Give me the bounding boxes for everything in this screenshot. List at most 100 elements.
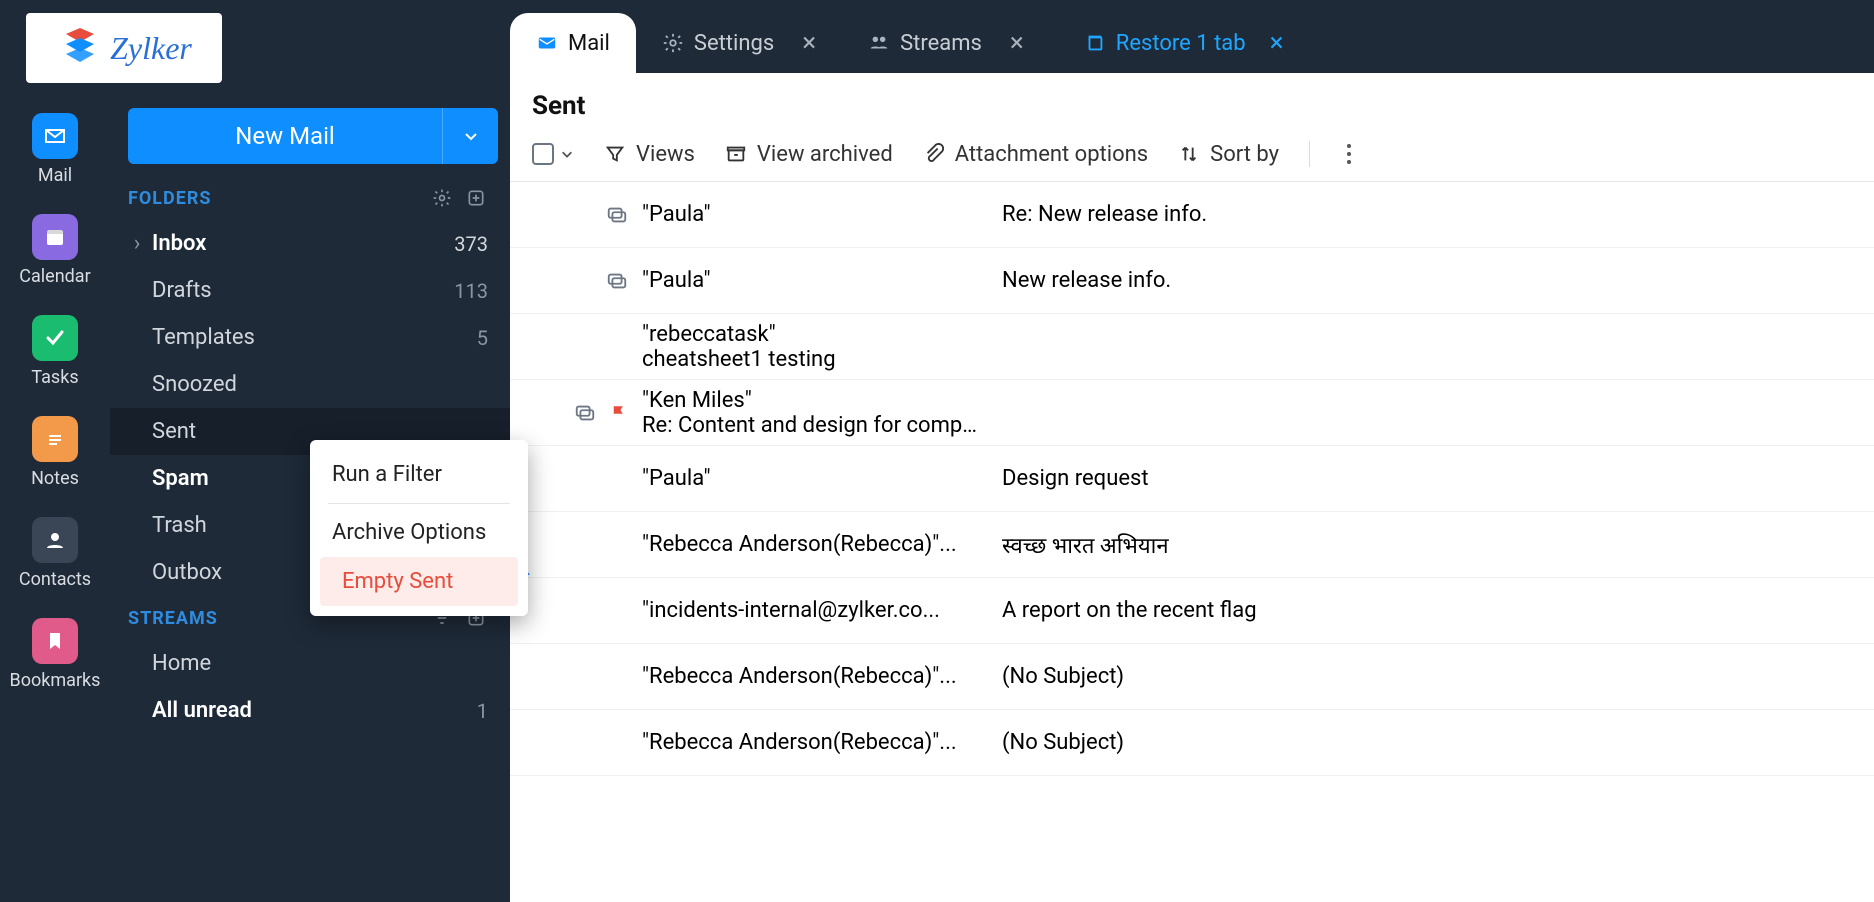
mail-subject: cheatsheet1 testing <box>642 347 982 372</box>
tab-streams[interactable]: Streams × <box>842 13 1050 73</box>
mail-row[interactable]: "Paula"New release info. <box>510 248 1874 314</box>
view-archived-button[interactable]: View archived <box>725 142 893 167</box>
nav-label: Notes <box>31 468 79 489</box>
tab-label: Mail <box>568 31 610 56</box>
chevron-down-icon[interactable] <box>442 108 498 164</box>
gear-icon[interactable] <box>430 186 454 210</box>
mail-row[interactable]: "incidents-internal@zylker.co...A report… <box>510 578 1874 644</box>
close-icon[interactable]: × <box>802 28 816 58</box>
more-icon <box>1346 143 1352 165</box>
mail-subject: Design request <box>1002 466 1852 491</box>
context-menu-archive-options[interactable]: Archive Options <box>310 508 528 557</box>
notes-icon <box>32 416 78 462</box>
tab-settings[interactable]: Settings × <box>636 13 842 73</box>
mail-subject: A report on the recent flag <box>1002 598 1852 623</box>
folder-count: 113 <box>454 279 488 303</box>
mail-row[interactable]: "Rebecca Anderson(Rebecca)"...स्वच्छ भार… <box>510 512 1874 578</box>
select-all-checkbox[interactable] <box>532 143 574 165</box>
mail-toolbar: Views View archived Attachment options S… <box>510 127 1874 182</box>
sort-icon <box>1178 143 1200 165</box>
folders-header: FOLDERS <box>110 176 510 220</box>
tab-strip: Mail Settings × Streams × Restore 1 tab … <box>510 0 1874 73</box>
restore-tab-label: Restore 1 tab <box>1116 31 1246 56</box>
nav-rail: Mail Calendar Tasks Notes Contacts Bookm… <box>0 0 110 902</box>
close-icon[interactable]: × <box>1010 28 1024 58</box>
nav-item-notes[interactable]: Notes <box>10 416 100 489</box>
sidebar-folder-drafts[interactable]: Drafts113 <box>110 267 510 314</box>
restore-icon <box>1084 32 1106 54</box>
add-folder-icon[interactable] <box>464 186 488 210</box>
sidebar-folder-templates[interactable]: Templates5 <box>110 314 510 361</box>
main-area: Mail Settings × Streams × Restore 1 tab … <box>510 0 1874 902</box>
sidebar-stream-all-unread[interactable]: All unread1 <box>110 687 510 734</box>
sidebar: New Mail FOLDERS ›Inbox373Drafts113Templ… <box>110 0 510 902</box>
mail-row[interactable]: "Rebecca Anderson(Rebecca)"...(No Subjec… <box>510 710 1874 776</box>
nav-label: Mail <box>38 165 72 186</box>
chevron-down-icon[interactable] <box>560 147 574 161</box>
mail-list: "Paula"Re: New release info."Paula"New r… <box>510 182 1874 902</box>
mail-from: "Ken Miles"Re: Content and design for co… <box>642 388 1002 438</box>
thread-icon <box>574 402 596 424</box>
folders-title: FOLDERS <box>128 188 430 209</box>
nav-label: Calendar <box>19 266 90 287</box>
sidebar-folder-inbox[interactable]: ›Inbox373 <box>110 220 510 267</box>
contacts-icon <box>32 517 78 563</box>
tab-mail[interactable]: Mail <box>510 13 636 73</box>
tab-label: Streams <box>900 31 982 56</box>
mail-icon <box>32 113 78 159</box>
mail-from: "Paula" <box>642 202 1002 227</box>
attachment-options-button[interactable]: Attachment options <box>923 142 1148 167</box>
sort-by-button[interactable]: Sort by <box>1178 142 1279 167</box>
filter-icon <box>604 143 626 165</box>
archive-icon <box>725 143 747 165</box>
brand-logo: Zylker <box>26 13 222 83</box>
sidebar-stream-home[interactable]: Home <box>110 640 510 687</box>
new-mail-button[interactable]: New Mail <box>128 108 498 164</box>
mail-subject: (No Subject) <box>1002 664 1852 689</box>
mail-from: "Rebecca Anderson(Rebecca)"... <box>642 532 1002 557</box>
mail-row[interactable]: "Paula"Re: New release info. <box>510 182 1874 248</box>
nav-item-calendar[interactable]: Calendar <box>10 214 100 287</box>
context-menu-run-filter[interactable]: Run a Filter <box>310 450 528 499</box>
divider <box>1309 141 1310 167</box>
calendar-icon <box>32 214 78 260</box>
mail-from: "Rebecca Anderson(Rebecca)"... <box>642 664 1002 689</box>
stream-count: 1 <box>477 699 488 723</box>
nav-label: Tasks <box>31 367 78 388</box>
context-menu-empty-sent[interactable]: Empty Sent <box>320 557 518 606</box>
attachment-label: Attachment options <box>955 142 1148 167</box>
checkbox-icon <box>532 143 554 165</box>
mail-from: "incidents-internal@zylker.co... <box>642 598 1002 623</box>
mail-tab-icon <box>536 32 558 54</box>
mail-subject: New release info. <box>1002 268 1852 293</box>
mail-row[interactable]: "Rebecca Anderson(Rebecca)"...(No Subjec… <box>510 644 1874 710</box>
mail-subject: स्वच्छ भारत अभियान <box>1002 530 1852 560</box>
views-button[interactable]: Views <box>604 142 695 167</box>
sort-label: Sort by <box>1210 142 1279 167</box>
nav-item-contacts[interactable]: Contacts <box>10 517 100 590</box>
tab-label: Settings <box>694 31 774 56</box>
mail-from: "Paula" <box>642 268 1002 293</box>
gear-icon <box>662 32 684 54</box>
nav-item-bookmarks[interactable]: Bookmarks <box>10 618 100 691</box>
nav-item-tasks[interactable]: Tasks <box>10 315 100 388</box>
folder-name: Inbox <box>152 231 454 256</box>
more-options-button[interactable] <box>1346 143 1352 165</box>
mail-row[interactable]: "rebeccatask"cheatsheet1 testing <box>510 314 1874 380</box>
mail-row[interactable]: "Paula"Design request <box>510 446 1874 512</box>
nav-label: Contacts <box>19 569 91 590</box>
folder-count: 373 <box>454 232 488 256</box>
restore-tab-button[interactable]: Restore 1 tab × <box>1074 13 1294 73</box>
bookmarks-icon <box>32 618 78 664</box>
folder-name: Templates <box>152 325 477 350</box>
streams-icon <box>868 32 890 54</box>
nav-item-mail[interactable]: Mail <box>10 113 100 186</box>
mail-row[interactable]: "Ken Miles"Re: Content and design for co… <box>510 380 1874 446</box>
close-icon[interactable]: × <box>1270 28 1284 58</box>
mail-subject: Re: New release info. <box>1002 202 1852 227</box>
mail-from: "Paula" <box>642 466 1002 491</box>
sidebar-folder-snoozed[interactable]: Snoozed <box>110 361 510 408</box>
stream-name: All unread <box>128 698 477 723</box>
mail-from: "Rebecca Anderson(Rebecca)"... <box>642 730 1002 755</box>
mail-subject: (No Subject) <box>1002 730 1852 755</box>
